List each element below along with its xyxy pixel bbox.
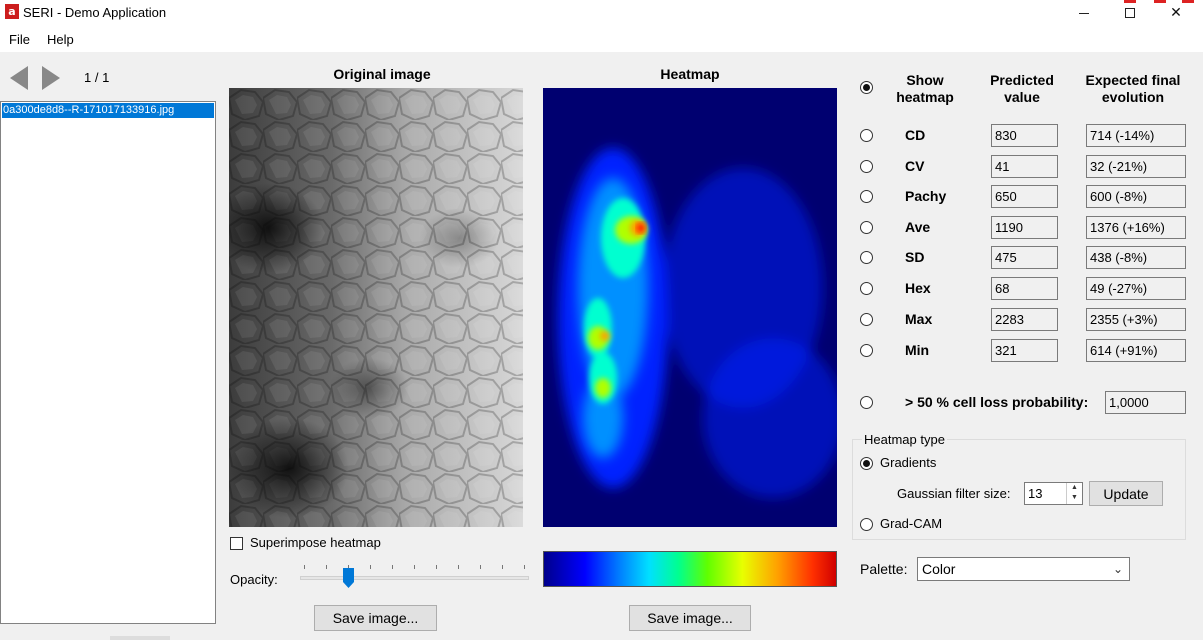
metric-label-hex: Hex xyxy=(905,280,931,296)
metric-radio-hex[interactable] xyxy=(860,282,873,295)
slider-tick xyxy=(524,565,525,569)
header-show-heatmap: Show heatmap xyxy=(896,72,954,105)
expected-field-max: 2355 (+3%) xyxy=(1086,308,1186,331)
slider-tick xyxy=(502,565,503,569)
expected-field-cv: 32 (-21%) xyxy=(1086,155,1186,178)
metric-radio-sd[interactable] xyxy=(860,251,873,264)
header-predicted-value: Predicted value xyxy=(990,72,1054,105)
page-counter: 1 / 1 xyxy=(84,70,110,85)
superimpose-checkbox[interactable] xyxy=(230,537,243,550)
predicted-field-sd: 475 xyxy=(991,246,1058,269)
menu-file[interactable]: File xyxy=(9,32,30,47)
metric-label-max: Max xyxy=(905,311,933,327)
accent-mark xyxy=(1124,0,1136,3)
palette-select[interactable]: Color ⌄ xyxy=(917,557,1130,581)
menu-bar: File Help xyxy=(0,26,1203,52)
opacity-slider[interactable] xyxy=(300,576,529,580)
metric-radio-cv[interactable] xyxy=(860,160,873,173)
slider-tick xyxy=(480,565,481,569)
arrow-left-icon[interactable] xyxy=(10,66,28,90)
heatmap-image xyxy=(543,88,837,527)
palette-label: Palette: xyxy=(860,561,908,577)
gradients-radio[interactable] xyxy=(860,457,873,470)
opacity-slider-thumb[interactable] xyxy=(343,568,354,588)
slider-tick xyxy=(370,565,371,569)
metric-radio-cd[interactable] xyxy=(860,129,873,142)
minimize-icon xyxy=(1079,12,1089,14)
slider-tick xyxy=(304,565,305,569)
caret-down-icon[interactable]: ▼ xyxy=(1067,493,1082,503)
close-icon: ✕ xyxy=(1170,4,1182,20)
app-logo-icon: a xyxy=(5,4,19,19)
metric-radio-min[interactable] xyxy=(860,344,873,357)
maximize-icon xyxy=(1125,8,1135,19)
expected-field-hex: 49 (-27%) xyxy=(1086,277,1186,300)
show-heatmap-header-radio[interactable] xyxy=(860,81,873,94)
gradcam-label: Grad-CAM xyxy=(880,516,943,531)
window-title: SERI - Demo Application xyxy=(23,5,167,20)
file-list[interactable]: 0a300de8d8--R-171017133916.jpg xyxy=(0,101,216,624)
metric-label-min: Min xyxy=(905,342,930,358)
expected-field-ave: 1376 (+16%) xyxy=(1086,216,1186,239)
cell-loss-radio[interactable] xyxy=(860,396,873,409)
expected-field-min: 614 (+91%) xyxy=(1086,339,1186,362)
accent-mark xyxy=(1154,0,1166,3)
heatmap-title: Heatmap xyxy=(660,66,720,82)
maximize-button[interactable] xyxy=(1107,0,1153,26)
predicted-field-hex: 68 xyxy=(991,277,1058,300)
close-button[interactable]: ✕ xyxy=(1153,0,1199,26)
metric-radio-ave[interactable] xyxy=(860,221,873,234)
save-original-button[interactable]: Save image... xyxy=(314,605,437,631)
predicted-field-cv: 41 xyxy=(991,155,1058,178)
caret-up-icon[interactable]: ▲ xyxy=(1067,483,1082,493)
cell-loss-field: 1,0000 xyxy=(1105,391,1186,414)
opacity-label: Opacity: xyxy=(230,572,278,587)
cell-loss-label: > 50 % cell loss probability: xyxy=(905,394,1089,410)
metric-label-pachy: Pachy xyxy=(905,188,947,204)
palette-select-value: Color xyxy=(922,561,956,577)
save-heatmap-button[interactable]: Save image... xyxy=(629,605,751,631)
predicted-field-max: 2283 xyxy=(991,308,1058,331)
metric-label-ave: Ave xyxy=(905,219,931,235)
gradcam-radio[interactable] xyxy=(860,518,873,531)
predicted-field-cd: 830 xyxy=(991,124,1058,147)
original-image-title: Original image xyxy=(333,66,431,82)
metric-radio-pachy[interactable] xyxy=(860,190,873,203)
predicted-field-pachy: 650 xyxy=(991,185,1058,208)
header-expected-evolution: Expected final evolution xyxy=(1085,72,1181,105)
status-strip xyxy=(110,636,170,640)
gradients-label: Gradients xyxy=(880,455,937,470)
update-button[interactable]: Update xyxy=(1089,481,1163,506)
slider-tick xyxy=(392,565,393,569)
original-image xyxy=(229,88,523,527)
accent-mark xyxy=(1182,0,1194,3)
predicted-field-min: 321 xyxy=(991,339,1058,362)
minimize-button[interactable] xyxy=(1061,0,1107,26)
title-bar: a SERI - Demo Application ✕ xyxy=(0,0,1203,26)
color-palette-bar xyxy=(543,551,837,587)
heatmap-type-title: Heatmap type xyxy=(862,432,947,447)
metric-radio-max[interactable] xyxy=(860,313,873,326)
slider-tick xyxy=(458,565,459,569)
slider-tick xyxy=(414,565,415,569)
expected-field-cd: 714 (-14%) xyxy=(1086,124,1186,147)
slider-tick xyxy=(326,565,327,569)
metric-label-cv: CV xyxy=(905,158,925,174)
file-list-item[interactable]: 0a300de8d8--R-171017133916.jpg xyxy=(2,103,214,118)
predicted-field-ave: 1190 xyxy=(991,216,1058,239)
superimpose-label: Superimpose heatmap xyxy=(250,535,381,550)
expected-field-pachy: 600 (-8%) xyxy=(1086,185,1186,208)
gaussian-filter-spinner[interactable]: ▲ ▼ xyxy=(1066,483,1082,504)
arrow-right-icon[interactable] xyxy=(42,66,60,90)
slider-tick xyxy=(436,565,437,569)
menu-help[interactable]: Help xyxy=(47,32,74,47)
gaussian-filter-label: Gaussian filter size: xyxy=(897,486,1011,501)
metric-label-sd: SD xyxy=(905,249,925,265)
metric-label-cd: CD xyxy=(905,127,926,143)
chevron-down-icon: ⌄ xyxy=(1112,562,1123,576)
expected-field-sd: 438 (-8%) xyxy=(1086,246,1186,269)
